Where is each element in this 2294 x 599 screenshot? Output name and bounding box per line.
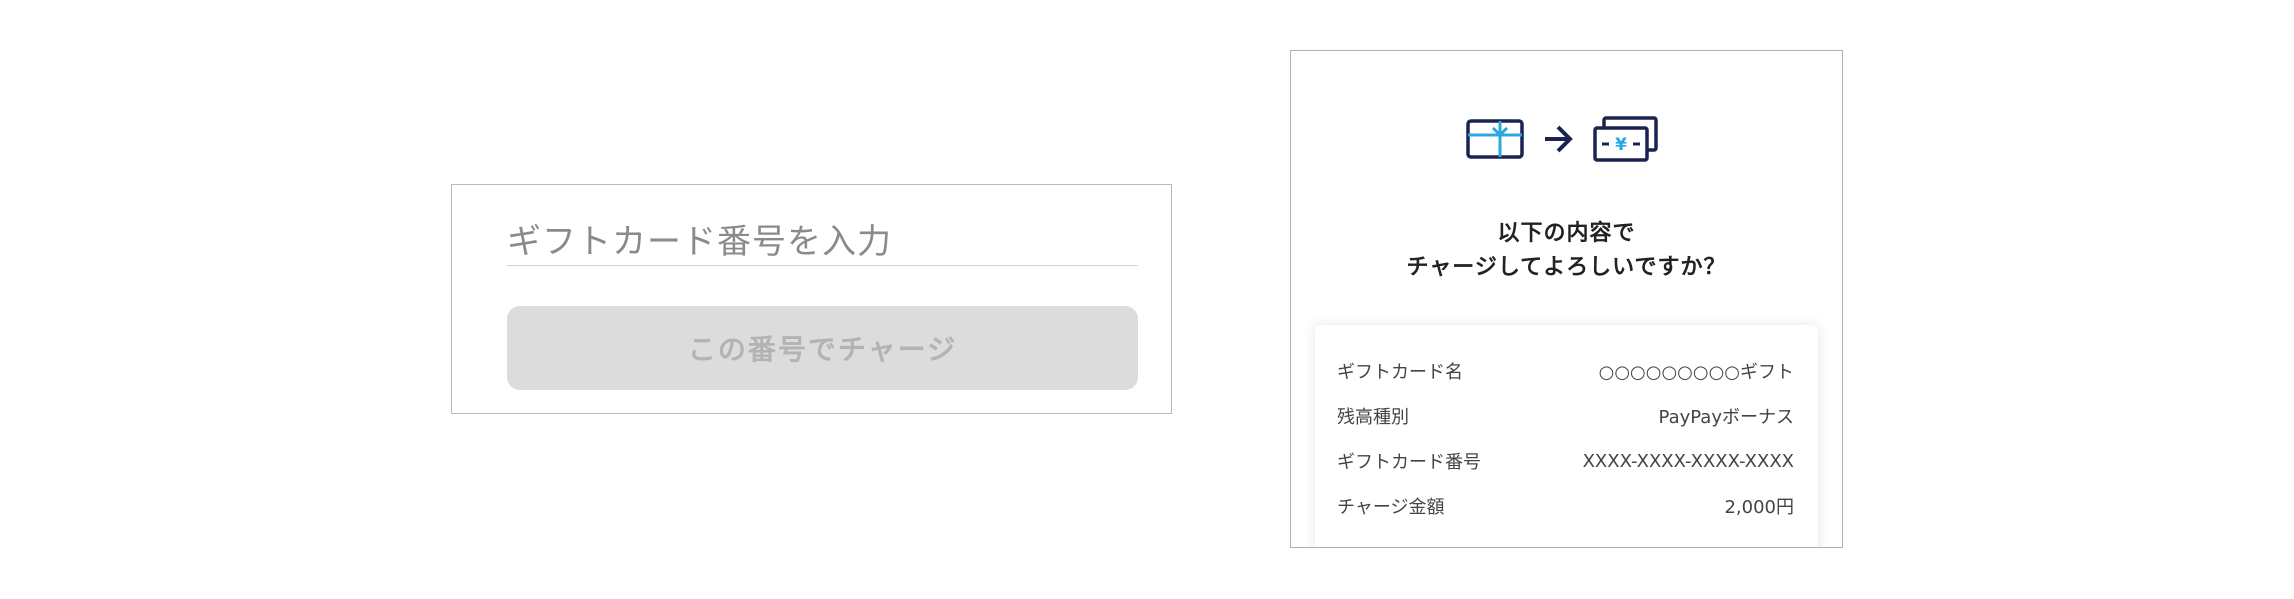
detail-value: ○○○○○○○○○ギフト [1598,362,1794,383]
detail-row-gift-card-name: ギフトカード名 ○○○○○○○○○ギフト [1337,356,1794,386]
confirm-title-line1: 以下の内容で [1497,221,1636,246]
gift-card-number-placeholder: ギフトカード番号を入力 [507,221,892,262]
gift-card-number-input[interactable]: ギフトカード番号を入力 [507,211,1138,266]
charge-illustration: ¥ [1466,115,1658,163]
detail-value: 2,000円 [1724,497,1794,518]
detail-label: チャージ金額 [1337,497,1445,518]
arrow-right-icon [1545,125,1573,153]
detail-label: ギフトカード番号 [1337,452,1481,473]
detail-value: XXXX-XXXX-XXXX-XXXX [1582,450,1794,472]
charge-with-number-button[interactable]: この番号でチャージ [507,306,1138,390]
charge-confirm-panel: ¥ 以下の内容で チャージしてよろしいですか？ ギフトカード名 ○○○○○○○○… [1290,50,1843,548]
gift-card-input-panel: ギフトカード番号を入力 この番号でチャージ [451,184,1172,414]
detail-label: 残高種別 [1337,407,1409,428]
detail-value: PayPayボーナス [1658,407,1794,428]
gift-card-icon [1466,119,1524,159]
confirm-title-line2: チャージしてよろしいですか？ [1406,255,1727,280]
detail-row-gift-card-number: ギフトカード番号 XXXX-XXXX-XXXX-XXXX [1337,446,1794,476]
yen-bills-icon: ¥ [1593,116,1658,162]
yen-symbol: ¥ [1615,135,1627,155]
charge-details-card: ギフトカード名 ○○○○○○○○○ギフト 残高種別 PayPayボーナス ギフト… [1315,325,1818,547]
detail-label: ギフトカード名 [1337,362,1463,383]
detail-row-charge-amount: チャージ金額 2,000円 [1337,491,1794,521]
charge-button-label: この番号でチャージ [687,333,958,366]
detail-row-balance-type: 残高種別 PayPayボーナス [1337,401,1794,431]
